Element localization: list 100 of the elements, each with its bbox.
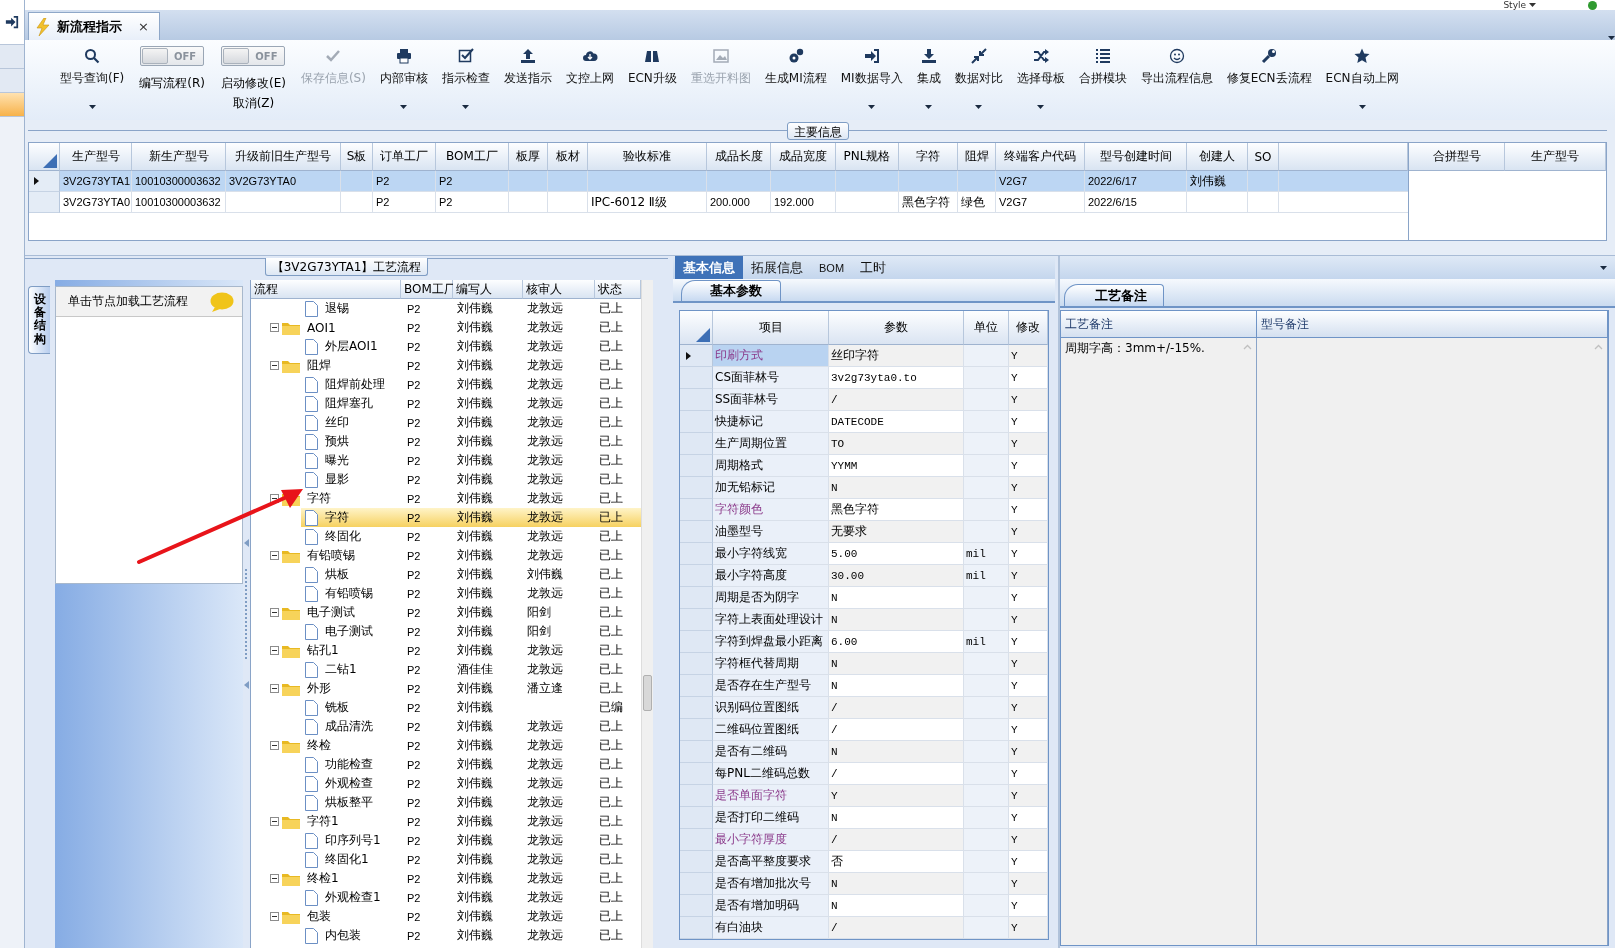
column-header[interactable]: SO [1248, 143, 1279, 171]
column-header[interactable]: 项目 [713, 311, 829, 345]
column-header[interactable]: 状态 [595, 280, 641, 299]
column-header[interactable]: 验收标准 [588, 143, 707, 171]
tree-row[interactable]: 外层AOI1 P2 刘伟巍 龙敦远 已上 [251, 337, 641, 356]
tree-row[interactable]: 终检1 P2 刘伟巍 龙敦远 已上 [251, 869, 641, 888]
panel-tab[interactable]: 工艺备注 [1064, 284, 1164, 306]
table-row[interactable]: 3V2G73YTA1 10010300003632 3V2G73YTA0 P2 P2 V2G7 2022/6/17 刘伟巍 [29, 171, 1408, 192]
minus-box-icon[interactable] [270, 817, 279, 826]
minus-box-icon[interactable] [270, 684, 279, 693]
table-row[interactable]: 是否有二维码 N Y [680, 741, 1048, 763]
side-tab[interactable]: 设备结构 [28, 286, 50, 354]
column-header[interactable]: 板材 [548, 143, 588, 171]
tab[interactable]: 新流程指示 × [28, 12, 160, 40]
sign-in-icon[interactable] [5, 15, 19, 29]
column-header[interactable]: 生产型号 [1505, 143, 1606, 171]
column-header[interactable]: 升级前旧生产型号 [226, 143, 341, 171]
tree-row[interactable]: 二钻1 P2 酒佳佳 龙敦远 已上 [251, 660, 641, 679]
tree-row[interactable]: 显影 P2 刘伟巍 龙敦远 已上 [251, 470, 641, 489]
tree-row[interactable]: 有铅喷锡 P2 刘伟巍 龙敦远 已上 [251, 546, 641, 565]
tab[interactable]: 基本信息 [675, 256, 743, 279]
column-header[interactable]: 核审人 [523, 280, 595, 299]
tree-row[interactable]: 成品清洗 P2 刘伟巍 龙敦远 已上 [251, 717, 641, 736]
column-header[interactable]: 新生产型号 [132, 143, 226, 171]
column-header[interactable]: 修改 [1009, 311, 1048, 345]
column-header[interactable]: 订单工厂 [373, 143, 436, 171]
table-row[interactable]: 是否有增加批次号 N Y [680, 873, 1048, 895]
tree-row[interactable]: 预烘 P2 刘伟巍 龙敦远 已上 [251, 432, 641, 451]
column-header[interactable]: 成品长度 [707, 143, 771, 171]
tree-row[interactable]: 外形 P2 刘伟巍 潘立逢 已上 [251, 679, 641, 698]
splitter-handle[interactable] [244, 539, 249, 689]
column-header[interactable]: 成品宽度 [771, 143, 836, 171]
minus-box-icon[interactable] [270, 646, 279, 655]
column-header[interactable]: 终端客户代码 [996, 143, 1085, 171]
column-header[interactable]: BOM工厂 [436, 143, 509, 171]
table-row[interactable]: 每PNL二维码总数 / Y [680, 763, 1048, 785]
table-row[interactable]: 字符上表面处理设计 N Y [680, 609, 1048, 631]
tree-row[interactable]: 外观检查1 P2 刘伟巍 龙敦远 已上 [251, 888, 641, 907]
column-header[interactable]: 流程 [251, 280, 401, 299]
column-header[interactable]: 合拼型号 [1409, 143, 1505, 171]
tree-row[interactable]: 内包装 P2 刘伟巍 龙敦远 已上 [251, 926, 641, 945]
column-header[interactable]: 创建人 [1187, 143, 1248, 171]
table-row[interactable]: 最小字符线宽 5.00 mil Y [680, 543, 1048, 565]
toolbar-button[interactable]: ECN升级 [620, 40, 684, 116]
column-header[interactable]: S板 [341, 143, 373, 171]
style-menu[interactable]: Style [1503, 0, 1536, 10]
table-row[interactable]: 最小字符厚度 / Y [680, 829, 1048, 851]
column-header[interactable]: PNL规格 [836, 143, 899, 171]
column-header[interactable]: 参数 [829, 311, 964, 345]
table-row[interactable]: 印刷方式 丝印字符 Y [680, 345, 1048, 367]
table-row[interactable]: 识别码位置图纸 / Y [680, 697, 1048, 719]
tree-row[interactable]: 有铅喷锡 P2 刘伟巍 龙敦远 已上 [251, 584, 641, 603]
minus-box-icon[interactable] [270, 741, 279, 750]
minus-box-icon[interactable] [270, 608, 279, 617]
table-row[interactable]: 周期是否为阴字 N Y [680, 587, 1048, 609]
tree-row[interactable]: 终检 P2 刘伟巍 龙敦远 已上 [251, 736, 641, 755]
tree-row[interactable]: 阻焊塞孔 P2 刘伟巍 龙敦远 已上 [251, 394, 641, 413]
tree-row[interactable]: 印序列号1 P2 刘伟巍 龙敦远 已上 [251, 831, 641, 850]
table-row[interactable]: 二维码位置图纸 / Y [680, 719, 1048, 741]
table-row[interactable]: 快捷标记 DATECODE Y [680, 411, 1048, 433]
toolbar-button[interactable]: 导出流程信息 [1133, 40, 1220, 116]
close-button[interactable]: × [136, 19, 151, 34]
tree-row[interactable]: 功能检查 P2 刘伟巍 龙敦远 已上 [251, 755, 641, 774]
table-row[interactable]: 字符框代替周期 N Y [680, 653, 1048, 675]
table-row[interactable]: 油墨型号 无要求 Y [680, 521, 1048, 543]
table-row[interactable]: 加无铅标记 N Y [680, 477, 1048, 499]
tree-row[interactable]: 烘板 P2 刘伟巍 刘伟巍 已上 [251, 565, 641, 584]
tree-row[interactable]: 电子测试 P2 刘伟巍 阳剑 已上 [251, 603, 641, 622]
table-row[interactable]: 周期格式 YYMM Y [680, 455, 1048, 477]
table-row[interactable]: 是否存在生产型号 N Y [680, 675, 1048, 697]
column-header[interactable]: 阻焊 [958, 143, 996, 171]
tree-row[interactable]: 丝印 P2 刘伟巍 龙敦远 已上 [251, 413, 641, 432]
panel-tab[interactable]: 基本参数 [681, 280, 781, 301]
column-header[interactable]: 单位 [964, 311, 1009, 345]
tab[interactable]: BOM [811, 256, 853, 279]
table-row[interactable]: 最小字符高度 30.00 mil Y [680, 565, 1048, 587]
column-header[interactable]: 板厚 [509, 143, 548, 171]
toolbar-button[interactable]: 文控上网 [558, 40, 621, 116]
toolbar-button[interactable]: 数据对比 [947, 40, 1010, 116]
tree-row[interactable]: 铣板 P2 刘伟巍 已编 [251, 698, 641, 717]
tree-row[interactable]: 烘板整平 P2 刘伟巍 龙敦远 已上 [251, 793, 641, 812]
toolbar-button[interactable]: 发送指示 [496, 40, 559, 116]
tree-row[interactable]: 包装 P2 刘伟巍 龙敦远 已上 [251, 907, 641, 926]
tree-row[interactable]: 阻焊前处理 P2 刘伟巍 龙敦远 已上 [251, 375, 641, 394]
toolbar-button[interactable]: ECN自动上网 [1318, 40, 1406, 116]
table-row[interactable]: 是否高平整度要求 否 Y [680, 851, 1048, 873]
toolbar-button[interactable]: 合拼模块 [1071, 40, 1134, 116]
minus-box-icon[interactable] [270, 494, 279, 503]
table-row[interactable]: CS面菲林号 3v2g73yta0.to Y [680, 367, 1048, 389]
table-row[interactable]: 是否有增加明码 N Y [680, 895, 1048, 917]
table-row[interactable]: SS面菲林号 / Y [680, 389, 1048, 411]
table-row[interactable]: 字符颜色 黑色字符 Y [680, 499, 1048, 521]
toolbar-button[interactable]: 指示检查 [434, 40, 497, 116]
toolbar-button[interactable]: MI数据导入 [833, 40, 910, 116]
tree-row[interactable]: 终固化 P2 刘伟巍 龙敦远 已上 [251, 527, 641, 546]
table-row[interactable]: 是否打印二维码 N Y [680, 807, 1048, 829]
tree-row[interactable]: 钻孔1 P2 刘伟巍 龙敦远 已上 [251, 641, 641, 660]
tree-row[interactable]: 电子测试 P2 刘伟巍 阳剑 已上 [251, 622, 641, 641]
column-header[interactable]: 生产型号 [60, 143, 132, 171]
toolbar-button[interactable]: 型号查询(F) [53, 40, 132, 116]
